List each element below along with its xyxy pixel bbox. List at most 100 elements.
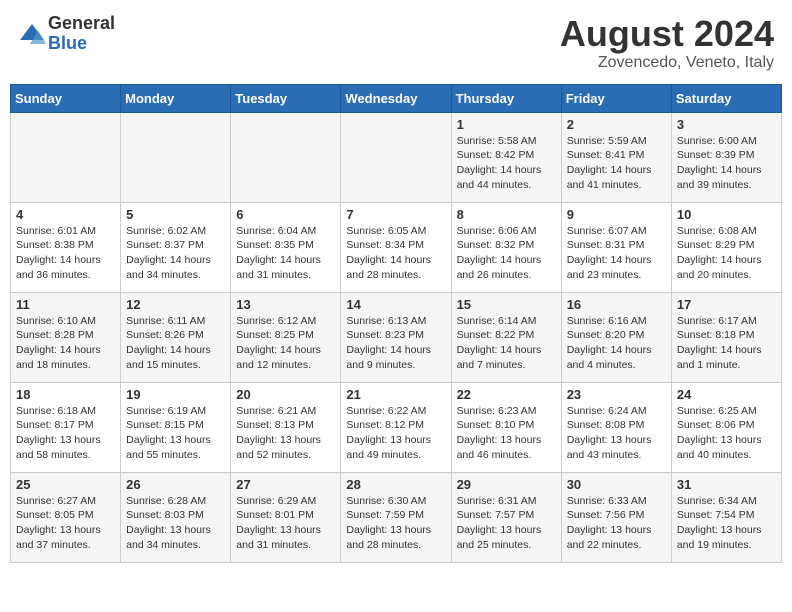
logo-blue-text: Blue	[48, 34, 115, 54]
day-number: 25	[16, 477, 115, 492]
calendar-cell: 28 Sunrise: 6:30 AM Sunset: 7:59 PM Dayli…	[341, 472, 451, 562]
calendar-cell: 2 Sunrise: 5:59 AM Sunset: 8:41 PM Daylig…	[561, 112, 671, 202]
day-number: 14	[346, 297, 445, 312]
day-number: 27	[236, 477, 335, 492]
day-info: Sunrise: 6:19 AM Sunset: 8:15 PM Dayligh…	[126, 404, 225, 463]
day-info: Sunrise: 6:17 AM Sunset: 8:18 PM Dayligh…	[677, 314, 776, 373]
calendar-cell: 4 Sunrise: 6:01 AM Sunset: 8:38 PM Daylig…	[11, 202, 121, 292]
calendar-week-row: 25 Sunrise: 6:27 AM Sunset: 8:05 PM Dayli…	[11, 472, 782, 562]
day-number: 29	[457, 477, 556, 492]
calendar-cell: 9Sunrise: 6:07 AM Sunset: 8:31 PM Daylig…	[561, 202, 671, 292]
title-block: August 2024 Zovencedo, Veneto, Italy	[560, 14, 774, 72]
day-number: 11	[16, 297, 115, 312]
calendar-week-row: 4 Sunrise: 6:01 AM Sunset: 8:38 PM Daylig…	[11, 202, 782, 292]
weekday-header-tuesday: Tuesday	[231, 84, 341, 112]
calendar-cell: 24 Sunrise: 6:25 AM Sunset: 8:06 PM Dayli…	[671, 382, 781, 472]
day-number: 15	[457, 297, 556, 312]
day-number: 8	[457, 207, 556, 222]
day-number: 12	[126, 297, 225, 312]
calendar-cell: 15 Sunrise: 6:14 AM Sunset: 8:22 PM Dayli…	[451, 292, 561, 382]
day-info: Sunrise: 5:59 AM Sunset: 8:41 PM Dayligh…	[567, 134, 666, 193]
weekday-header-row: SundayMondayTuesdayWednesdayThursdayFrid…	[11, 84, 782, 112]
day-info: Sunrise: 6:06 AM Sunset: 8:32 PM Dayligh…	[457, 224, 556, 283]
day-info: Sunrise: 6:18 AM Sunset: 8:17 PM Dayligh…	[16, 404, 115, 463]
page-header: General Blue August 2024 Zovencedo, Vene…	[10, 10, 782, 76]
day-number: 28	[346, 477, 445, 492]
day-number: 17	[677, 297, 776, 312]
calendar-cell: 30Sunrise: 6:33 AM Sunset: 7:56 PM Dayli…	[561, 472, 671, 562]
calendar-cell: 10Sunrise: 6:08 AM Sunset: 8:29 PM Dayli…	[671, 202, 781, 292]
calendar-cell: 3Sunrise: 6:00 AM Sunset: 8:39 PM Daylig…	[671, 112, 781, 202]
calendar-cell: 21 Sunrise: 6:22 AM Sunset: 8:12 PM Dayli…	[341, 382, 451, 472]
day-info: Sunrise: 6:23 AM Sunset: 8:10 PM Dayligh…	[457, 404, 556, 463]
day-info: Sunrise: 6:14 AM Sunset: 8:22 PM Dayligh…	[457, 314, 556, 373]
day-info: Sunrise: 6:34 AM Sunset: 7:54 PM Dayligh…	[677, 494, 776, 553]
day-number: 9	[567, 207, 666, 222]
calendar-cell: 1 Sunrise: 5:58 AM Sunset: 8:42 PM Daylig…	[451, 112, 561, 202]
day-info: Sunrise: 6:31 AM Sunset: 7:57 PM Dayligh…	[457, 494, 556, 553]
calendar-cell: 25 Sunrise: 6:27 AM Sunset: 8:05 PM Dayli…	[11, 472, 121, 562]
day-number: 7	[346, 207, 445, 222]
calendar-cell: 29 Sunrise: 6:31 AM Sunset: 7:57 PM Dayli…	[451, 472, 561, 562]
calendar-cell: 26Sunrise: 6:28 AM Sunset: 8:03 PM Dayli…	[121, 472, 231, 562]
day-info: Sunrise: 6:22 AM Sunset: 8:12 PM Dayligh…	[346, 404, 445, 463]
calendar-header: SundayMondayTuesdayWednesdayThursdayFrid…	[11, 84, 782, 112]
logo-icon	[18, 20, 46, 48]
calendar-week-row: 11 Sunrise: 6:10 AM Sunset: 8:28 PM Dayli…	[11, 292, 782, 382]
day-info: Sunrise: 6:16 AM Sunset: 8:20 PM Dayligh…	[567, 314, 666, 373]
calendar-cell	[341, 112, 451, 202]
weekday-header-thursday: Thursday	[451, 84, 561, 112]
day-number: 31	[677, 477, 776, 492]
day-info: Sunrise: 6:29 AM Sunset: 8:01 PM Dayligh…	[236, 494, 335, 553]
day-number: 13	[236, 297, 335, 312]
day-info: Sunrise: 5:58 AM Sunset: 8:42 PM Dayligh…	[457, 134, 556, 193]
logo-general-text: General	[48, 14, 115, 34]
day-number: 4	[16, 207, 115, 222]
calendar-cell: 22 Sunrise: 6:23 AM Sunset: 8:10 PM Dayli…	[451, 382, 561, 472]
day-number: 24	[677, 387, 776, 402]
calendar-cell: 31 Sunrise: 6:34 AM Sunset: 7:54 PM Dayli…	[671, 472, 781, 562]
day-number: 1	[457, 117, 556, 132]
calendar-cell: 18 Sunrise: 6:18 AM Sunset: 8:17 PM Dayli…	[11, 382, 121, 472]
day-info: Sunrise: 6:33 AM Sunset: 7:56 PM Dayligh…	[567, 494, 666, 553]
day-number: 20	[236, 387, 335, 402]
day-info: Sunrise: 6:01 AM Sunset: 8:38 PM Dayligh…	[16, 224, 115, 283]
day-number: 18	[16, 387, 115, 402]
day-info: Sunrise: 6:27 AM Sunset: 8:05 PM Dayligh…	[16, 494, 115, 553]
calendar-week-row: 1 Sunrise: 5:58 AM Sunset: 8:42 PM Daylig…	[11, 112, 782, 202]
calendar-cell	[231, 112, 341, 202]
calendar-week-row: 18 Sunrise: 6:18 AM Sunset: 8:17 PM Dayli…	[11, 382, 782, 472]
weekday-header-saturday: Saturday	[671, 84, 781, 112]
day-info: Sunrise: 6:10 AM Sunset: 8:28 PM Dayligh…	[16, 314, 115, 373]
logo: General Blue	[18, 14, 115, 54]
calendar-cell: 16Sunrise: 6:16 AM Sunset: 8:20 PM Dayli…	[561, 292, 671, 382]
day-number: 21	[346, 387, 445, 402]
calendar-cell: 13 Sunrise: 6:12 AM Sunset: 8:25 PM Dayli…	[231, 292, 341, 382]
calendar-cell: 19 Sunrise: 6:19 AM Sunset: 8:15 PM Dayli…	[121, 382, 231, 472]
day-info: Sunrise: 6:30 AM Sunset: 7:59 PM Dayligh…	[346, 494, 445, 553]
day-number: 6	[236, 207, 335, 222]
calendar-cell: 17 Sunrise: 6:17 AM Sunset: 8:18 PM Dayli…	[671, 292, 781, 382]
calendar-table: SundayMondayTuesdayWednesdayThursdayFrid…	[10, 84, 782, 563]
day-number: 22	[457, 387, 556, 402]
calendar-cell: 7 Sunrise: 6:05 AM Sunset: 8:34 PM Daylig…	[341, 202, 451, 292]
weekday-header-sunday: Sunday	[11, 84, 121, 112]
day-info: Sunrise: 6:05 AM Sunset: 8:34 PM Dayligh…	[346, 224, 445, 283]
day-number: 2	[567, 117, 666, 132]
day-info: Sunrise: 6:25 AM Sunset: 8:06 PM Dayligh…	[677, 404, 776, 463]
calendar-body: 1 Sunrise: 5:58 AM Sunset: 8:42 PM Daylig…	[11, 112, 782, 562]
calendar-cell: 12Sunrise: 6:11 AM Sunset: 8:26 PM Dayli…	[121, 292, 231, 382]
calendar-title: August 2024	[560, 14, 774, 54]
day-info: Sunrise: 6:21 AM Sunset: 8:13 PM Dayligh…	[236, 404, 335, 463]
calendar-cell: 14Sunrise: 6:13 AM Sunset: 8:23 PM Dayli…	[341, 292, 451, 382]
calendar-cell: 11 Sunrise: 6:10 AM Sunset: 8:28 PM Dayli…	[11, 292, 121, 382]
calendar-cell: 20 Sunrise: 6:21 AM Sunset: 8:13 PM Dayli…	[231, 382, 341, 472]
day-info: Sunrise: 6:12 AM Sunset: 8:25 PM Dayligh…	[236, 314, 335, 373]
calendar-subtitle: Zovencedo, Veneto, Italy	[560, 54, 774, 72]
calendar-cell	[11, 112, 121, 202]
day-number: 19	[126, 387, 225, 402]
day-info: Sunrise: 6:04 AM Sunset: 8:35 PM Dayligh…	[236, 224, 335, 283]
day-number: 5	[126, 207, 225, 222]
day-info: Sunrise: 6:02 AM Sunset: 8:37 PM Dayligh…	[126, 224, 225, 283]
weekday-header-wednesday: Wednesday	[341, 84, 451, 112]
